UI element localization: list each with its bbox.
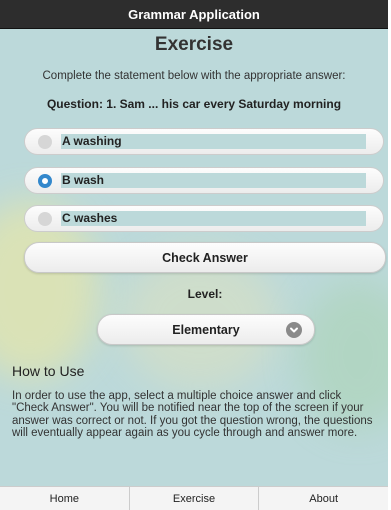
instruction-text: Complete the statement below with the ap…	[42, 70, 346, 82]
tab-home[interactable]: Home	[0, 487, 130, 510]
page-title: Exercise	[154, 34, 234, 55]
answer-option-a[interactable]: A washing	[24, 128, 384, 155]
app-title: Grammar Application	[128, 6, 260, 22]
footer-nav: Home Exercise About	[0, 486, 388, 510]
answer-option-b[interactable]: B wash	[24, 167, 384, 194]
radio-selected-icon[interactable]	[38, 173, 52, 188]
answer-option-label: C washes	[61, 211, 366, 226]
level-label: Level:	[187, 287, 223, 301]
answer-option-label: A washing	[61, 134, 366, 149]
how-to-use-heading: How to Use	[12, 363, 85, 379]
tab-about[interactable]: About	[259, 487, 388, 510]
radio-unselected-icon[interactable]	[38, 211, 52, 226]
answer-option-c[interactable]: C washes	[24, 205, 384, 232]
radio-unselected-icon[interactable]	[38, 134, 52, 149]
chevron-down-icon	[286, 322, 302, 338]
how-to-use-text: In order to use the app, select a multip…	[12, 390, 373, 440]
check-answer-button[interactable]: Check Answer	[24, 242, 386, 273]
question-text: Question: 1. Sam ... his car every Satur…	[46, 97, 342, 111]
level-select[interactable]: Elementary	[97, 314, 315, 345]
level-selected-value: Elementary	[172, 322, 240, 337]
tab-exercise[interactable]: Exercise	[130, 487, 260, 510]
app-screen: Grammar Application Exercise Complete th…	[0, 0, 388, 510]
answer-option-label: B wash	[61, 173, 366, 188]
app-header: Grammar Application	[0, 0, 388, 29]
